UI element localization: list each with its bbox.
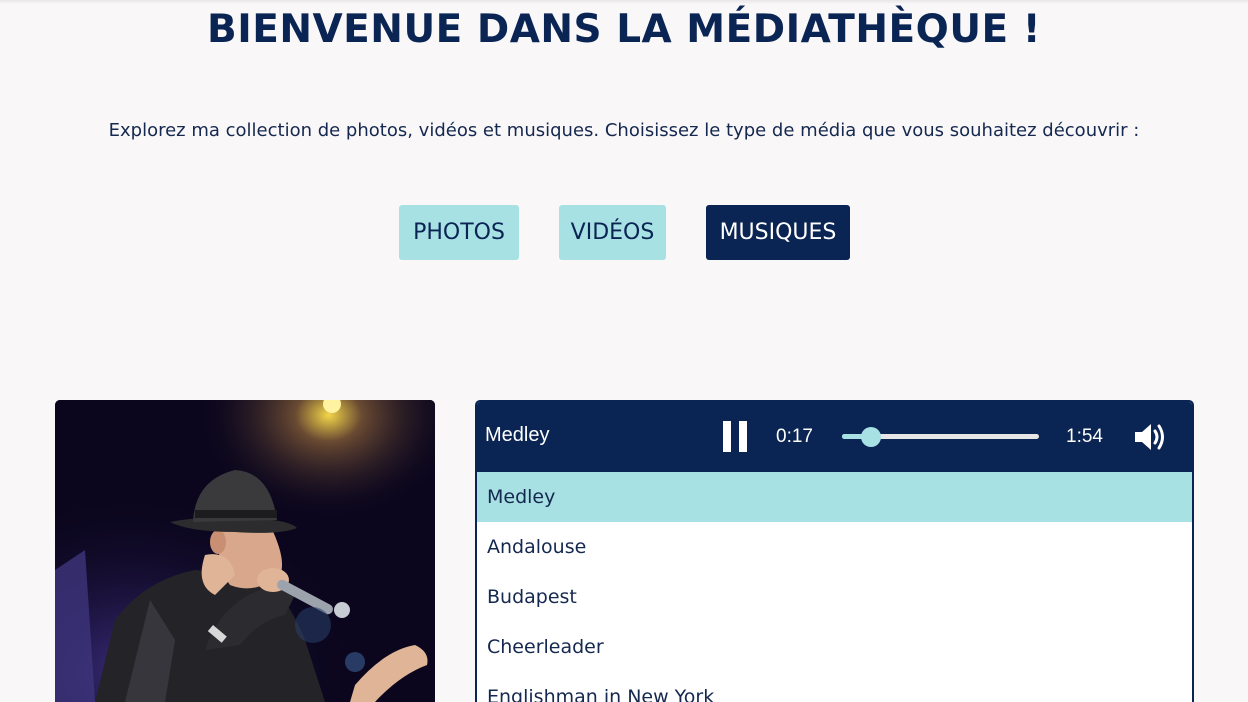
intro-text: Explorez ma collection de photos, vidéos… bbox=[108, 120, 1140, 141]
page-title: BIENVENUE DANS LA MÉDIATHÈQUE ! bbox=[206, 7, 1042, 52]
seek-slider[interactable] bbox=[842, 427, 1039, 447]
audio-player: Medley 0:17 1:54 Medley Andalouse Budapest… bbox=[475, 400, 1194, 702]
current-time: 0:17 bbox=[776, 426, 813, 447]
photos-button[interactable]: PHOTOS bbox=[399, 205, 519, 260]
now-playing-title: Medley bbox=[485, 424, 550, 446]
pause-icon[interactable] bbox=[723, 421, 749, 452]
track-item[interactable]: Englishman in New York bbox=[477, 672, 1192, 702]
duration-time: 1:54 bbox=[1066, 426, 1103, 447]
player-controls: Medley 0:17 1:54 bbox=[477, 402, 1192, 472]
music-button[interactable]: MUSIQUES bbox=[706, 205, 850, 260]
track-item[interactable]: Medley bbox=[477, 472, 1192, 522]
volume-icon[interactable] bbox=[1133, 420, 1167, 454]
track-item[interactable]: Budapest bbox=[477, 572, 1192, 622]
track-item[interactable]: Andalouse bbox=[477, 522, 1192, 572]
album-cover-image bbox=[55, 400, 435, 702]
track-item[interactable]: Cheerleader bbox=[477, 622, 1192, 672]
seek-handle[interactable] bbox=[860, 427, 881, 447]
videos-button[interactable]: VIDÉOS bbox=[559, 205, 666, 260]
track-list: Medley Andalouse Budapest Cheerleader Englis… bbox=[477, 472, 1192, 702]
